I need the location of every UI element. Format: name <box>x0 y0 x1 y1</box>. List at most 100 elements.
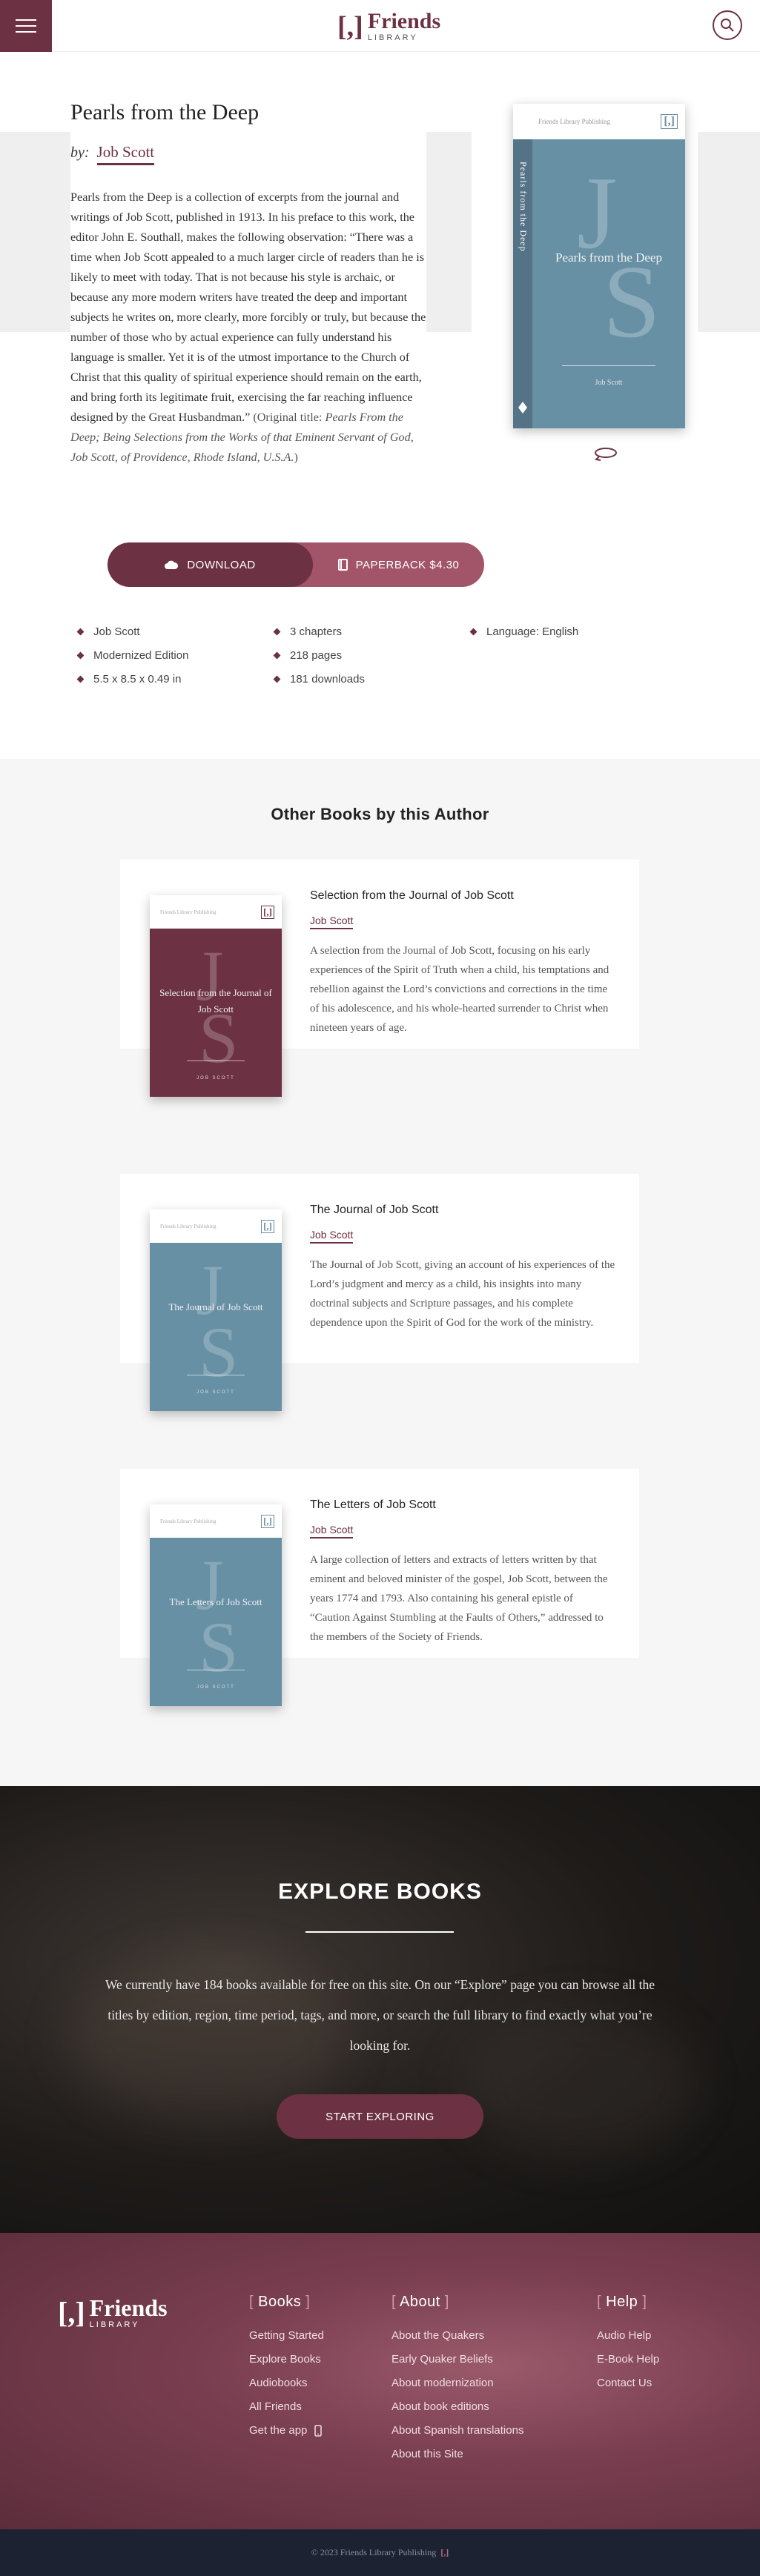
mini-cover[interactable]: Friends Library Publishing [,] J S The J… <box>150 1209 282 1411</box>
site-logo[interactable]: [,] Friends LIBRARY <box>337 10 440 42</box>
footer-link[interactable]: About this Site <box>391 2443 523 2466</box>
card-author-link[interactable]: Job Scott <box>310 1524 354 1538</box>
meta-item-empty <box>471 643 686 667</box>
copyright-text: © 2023 Friends Library Publishing <box>311 2547 437 2557</box>
cover-title: Pearls from the Deep <box>555 250 662 265</box>
download-button[interactable]: DOWNLOAD <box>108 542 313 587</box>
mini-cover-author: JOB SCOTT <box>196 1685 235 1690</box>
meta-text: Job Scott <box>93 625 140 638</box>
cover-logo: [,] <box>661 114 678 129</box>
footer-heading-text: Books <box>258 2294 302 2310</box>
bullet-icon <box>273 675 281 683</box>
footer-link[interactable]: Audio Help <box>597 2324 659 2348</box>
mini-logo: [,] <box>261 1514 274 1528</box>
footer-link[interactable]: Contact Us <box>597 2371 659 2395</box>
book-card[interactable]: Friends Library Publishing [,] J S Selec… <box>120 860 639 1097</box>
footer-heading: [ About ] <box>391 2294 449 2310</box>
book-byline: by: Job Scott <box>70 143 426 165</box>
mini-cover-face: J S The Letters of Job Scott JOB SCOTT <box>150 1538 282 1706</box>
mini-cover-title: The Journal of Job Scott <box>168 1301 263 1312</box>
bullet-icon <box>76 651 85 659</box>
mini-letter-s: S <box>199 1312 239 1392</box>
meta-item: Modernized Edition <box>76 643 274 667</box>
footer-heading-text: About <box>400 2294 440 2310</box>
footer-link[interactable]: Early Quaker Beliefs <box>391 2348 523 2371</box>
explore-divider <box>305 1931 454 1933</box>
meta-item: 181 downloads <box>273 667 471 691</box>
logo-word: Friends <box>367 9 441 33</box>
footer-link[interactable]: About book editions <box>391 2395 523 2419</box>
footer-link-app[interactable]: Get the app <box>249 2419 324 2443</box>
search-button[interactable] <box>713 10 742 40</box>
mini-cover-face: J S Selection from the Journal of Job Sc… <box>150 929 282 1097</box>
cover-area: Friends Library Publishing [,] Pearls fr… <box>472 96 698 428</box>
book-card[interactable]: Friends Library Publishing [,] J S The J… <box>120 1174 639 1411</box>
meta-item: 5.5 x 8.5 x 0.49 in <box>76 667 274 691</box>
footer-link[interactable]: About Spanish translations <box>391 2419 523 2443</box>
footer-link[interactable]: E-Book Help <box>597 2348 659 2371</box>
card-title[interactable]: The Letters of Job Scott <box>310 1498 615 1512</box>
footer-logo[interactable]: [,] Friends LIBRARY <box>58 2295 168 2330</box>
paperback-label: PAPERBACK $4.30 <box>355 558 460 571</box>
start-exploring-button[interactable]: START EXPLORING <box>277 2094 483 2139</box>
book-cover[interactable]: Friends Library Publishing [,] Pearls fr… <box>513 104 685 428</box>
cloud-icon <box>165 560 179 569</box>
mini-publisher: Friends Library Publishing <box>160 1223 217 1229</box>
hamburger-menu-button[interactable] <box>0 0 52 52</box>
footer-link[interactable]: Audiobooks <box>249 2371 324 2395</box>
footer-link[interactable]: All Friends <box>249 2395 324 2419</box>
mini-publisher: Friends Library Publishing <box>160 909 217 915</box>
book-icon <box>337 559 348 571</box>
cover-publisher: Friends Library Publishing <box>538 118 610 125</box>
footer-link[interactable]: About the Quakers <box>391 2324 523 2348</box>
copyright-logo: [,] <box>440 2547 449 2557</box>
card-title[interactable]: Selection from the Journal of Job Scott <box>310 889 615 903</box>
meta-item: 218 pages <box>273 643 471 667</box>
book-card[interactable]: Friends Library Publishing [,] J S The L… <box>120 1469 639 1706</box>
footer-link-text: Get the app <box>249 2424 308 2437</box>
mini-cover-header: Friends Library Publishing [,] <box>150 895 282 929</box>
card-description: A large collection of letters and extrac… <box>310 1554 608 1643</box>
footer-link[interactable]: Explore Books <box>249 2348 324 2371</box>
footer-heading: [ Books ] <box>249 2294 311 2310</box>
card-author-link[interactable]: Job Scott <box>310 914 354 929</box>
cover-letter-s: S <box>603 245 661 359</box>
other-books-heading: Other Books by this Author <box>271 805 489 823</box>
mini-cover[interactable]: Friends Library Publishing [,] J S The L… <box>150 1504 282 1706</box>
cover-face: J S Pearls from the Deep Job Scott <box>532 139 685 428</box>
meta-item: Job Scott <box>76 620 274 643</box>
mini-letter-s: S <box>199 1607 239 1687</box>
explore-section: EXPLORE BOOKS We currently have 184 book… <box>0 1786 760 2233</box>
footer-link[interactable]: About modernization <box>391 2371 523 2395</box>
footer-logo-bracket: [,] <box>58 2296 85 2329</box>
phone-icon <box>314 2425 323 2437</box>
mini-cover[interactable]: Friends Library Publishing [,] J S Selec… <box>150 895 282 1097</box>
card-body: The Journal of Job Scott Job Scott The J… <box>310 1204 615 1332</box>
paperback-button[interactable]: PAPERBACK $4.30 <box>313 542 484 587</box>
bullet-icon <box>273 628 281 635</box>
author-link[interactable]: Job Scott <box>96 143 155 165</box>
bullet-icon <box>76 675 85 683</box>
card-description: The Journal of Job Scott, giving an acco… <box>310 1259 615 1329</box>
card-author-link[interactable]: Job Scott <box>310 1229 354 1244</box>
description-text: Pearls from the Deep is a collection of … <box>70 190 426 424</box>
cover-header: Friends Library Publishing [,] <box>513 104 685 139</box>
footer-link[interactable]: Getting Started <box>249 2324 324 2348</box>
footer-heading-text: Help <box>606 2294 638 2310</box>
footer-logo-word: Friends <box>89 2294 168 2321</box>
cover-rule <box>562 365 655 366</box>
footer-col-help: [ Help ] Audio Help E-Book Help Contact … <box>597 2294 659 2395</box>
card-body: The Letters of Job Scott Job Scott A lar… <box>310 1498 615 1647</box>
rotate-3d-icon[interactable] <box>593 445 618 462</box>
logo-sub: LIBRARY <box>367 33 418 42</box>
card-title[interactable]: The Journal of Job Scott <box>310 1204 615 1217</box>
footer-col-books: [ Books ] Getting Started Explore Books … <box>249 2294 324 2443</box>
explore-text: We currently have 184 books available fo… <box>105 1977 655 2053</box>
bullet-icon <box>273 651 281 659</box>
meta-item: Language: English <box>469 620 686 643</box>
footer-heading: [ Help ] <box>597 2294 647 2310</box>
site-header: [,] Friends LIBRARY <box>0 0 760 52</box>
cover-author: Job Scott <box>595 379 623 387</box>
original-suffix: ) <box>294 451 298 464</box>
mini-cover-face: J S The Journal of Job Scott JOB SCOTT <box>150 1243 282 1411</box>
